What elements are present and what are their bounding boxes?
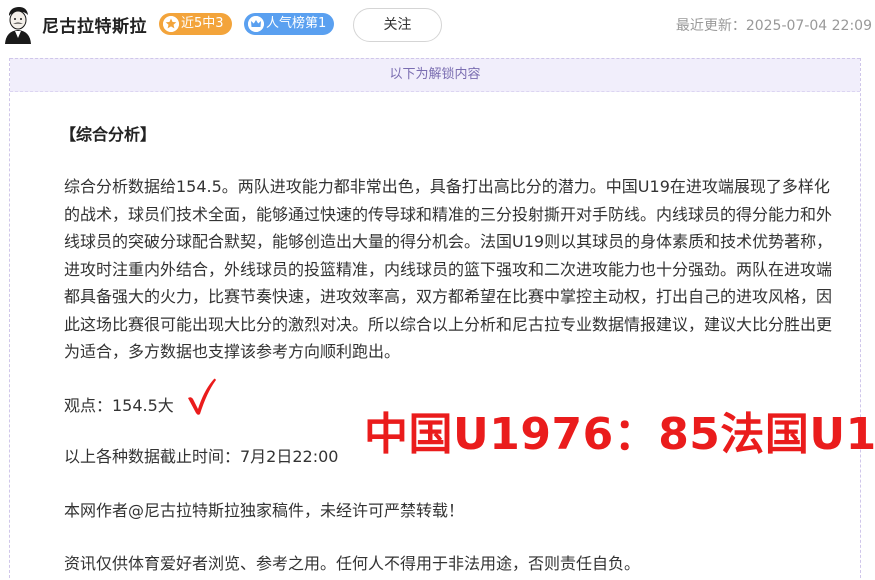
section-title: 【综合分析】 (60, 125, 157, 144)
author-header: 尼古拉特斯拉 近5中3 人气榜第1 关注 最近更新：2025-07-04 22:… (0, 0, 875, 50)
red-checkmark-icon (188, 378, 216, 415)
star-icon (163, 16, 179, 32)
unlock-notice: 以下为解锁内容 (10, 58, 860, 92)
rank-badge-label: 人气榜第1 (266, 16, 327, 31)
author-avatar[interactable] (2, 4, 34, 44)
record-badge: 近5中3 (159, 13, 232, 35)
score-result-overlay: 中国U1976：85法国U19 (364, 409, 875, 460)
record-badge-label: 近5中3 (181, 16, 224, 31)
follow-button[interactable]: 关注 (353, 8, 442, 42)
analysis-paragraph: 综合分析数据给154.5。两队进攻能力都非常出色，具备打出高比分的潜力。中国U1… (64, 173, 841, 366)
disclaimer-notice: 资讯仅供体育爱好者浏览、参考之用。任何人不得用于非法用途，否则责任自负。 (64, 554, 641, 573)
last-updated: 最近更新：2025-07-04 22:09 (675, 18, 872, 34)
data-deadline: 以上各种数据截止时间：7月2日22:00 (64, 447, 339, 466)
analysis-text: 综合分析数据给154.5。两队进攻能力都非常出色，具备打出高比分的潜力。中国U1… (64, 177, 833, 361)
author-name[interactable]: 尼古拉特斯拉 (42, 12, 147, 37)
crown-icon (248, 16, 264, 32)
viewpoint: 观点：154.5大 (64, 396, 174, 415)
copyright-notice: 本网作者@尼古拉特斯拉独家稿件，未经许可严禁转载！ (64, 501, 465, 520)
rank-badge: 人气榜第1 (244, 13, 335, 35)
